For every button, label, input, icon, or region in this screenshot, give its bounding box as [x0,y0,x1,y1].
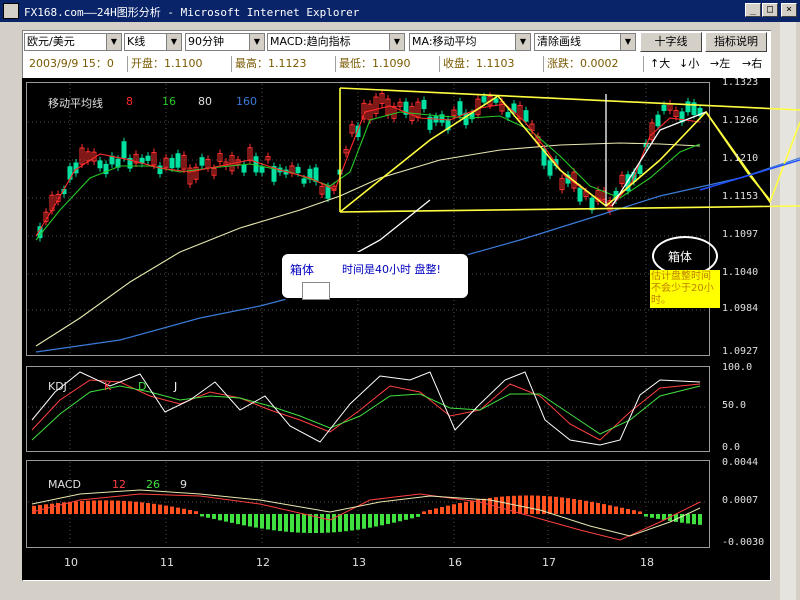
zoom-out-button[interactable]: ↓小 [679,56,699,72]
price-axis-label: 1.0984 [722,303,759,314]
window-title: FX168.com——24H图形分析 - Microsoft Internet … [24,6,360,19]
date-axis-label: 18 [640,556,654,569]
chart-type-select[interactable]: K线 ▼ [124,33,182,51]
macd-axis-label: 0.0044 [722,457,759,468]
ma80-legend: 80 [198,95,212,108]
ma16-legend: 16 [162,95,176,108]
chart-type-value: K线 [127,35,146,48]
period-value: 90分钟 [188,35,224,48]
box1-label: 箱体 [290,263,315,277]
kdj-panel-frame [26,366,710,452]
date-axis-label: 11 [160,556,174,569]
box2-note: 估计盘整时间不会少于20小时。 [650,270,720,308]
chevron-down-icon: ▼ [249,34,264,50]
indicator-value: MACD:趋向指标 [270,35,351,48]
macd-axis-label: 0.0007 [722,495,759,506]
kdj-axis-label: 100.0 [722,362,753,373]
kdj-axis-label: 50.0 [722,400,747,411]
scroll-right-button[interactable]: →右 [742,56,762,72]
chevron-down-icon: ▼ [620,34,635,50]
chevron-down-icon: ▼ [166,34,181,50]
macd-legend-26: 26 [146,478,160,491]
date-axis-label: 10 [64,556,78,569]
maximize-button[interactable]: □ [762,3,778,17]
kdj-axis-label: 0.0 [722,442,741,453]
macd-panel-frame [26,460,710,548]
ie-logo-icon [3,3,19,19]
zoom-in-button[interactable]: ↑大 [650,56,670,72]
minimize-button[interactable]: _ [745,3,761,17]
date-axis-label: 12 [256,556,270,569]
macd-legend-title: MACD [48,478,81,491]
indicator-select[interactable]: MACD:趋向指标 ▼ [267,33,405,51]
kdj-j-legend: J [174,380,178,393]
ma8-legend: 8 [126,95,133,108]
quote-change: 涨跌：0.0002 [544,56,644,72]
macd-axis-label: -0.0030 [722,537,765,548]
box1-swatch [302,282,330,300]
price-axis-label: 1.0927 [722,346,759,357]
ma-legend-title: 移动平均线 [48,97,103,110]
period-select[interactable]: 90分钟 ▼ [185,33,265,51]
quote-low: 最低：1.1090 [336,56,440,72]
clear-lines-select[interactable]: 清除画线 ▼ [534,33,636,51]
price-panel-frame [26,82,710,356]
quote-open: 开盘：1.1100 [128,56,232,72]
date-axis-label: 13 [352,556,366,569]
pair-select-value: 欧元/美元 [27,35,75,48]
indicator-help-button[interactable]: 指标说明 [705,32,767,52]
price-axis-label: 1.1266 [722,115,759,126]
chevron-down-icon: ▼ [106,34,121,50]
close-button[interactable]: × [781,3,797,17]
macd-legend-9: 9 [180,478,187,491]
pair-select[interactable]: 欧元/美元 ▼ [24,33,122,51]
price-axis-label: 1.1210 [722,153,759,164]
quote-close: 收盘：1.1103 [440,56,544,72]
scrollbar[interactable] [770,22,800,600]
price-axis-label: 1.1323 [722,77,759,88]
kdj-legend-title: KDJ [48,380,67,393]
scrollbar-track[interactable] [780,22,796,600]
kdj-k-legend: K [104,380,112,393]
scroll-left-button[interactable]: →左 [710,56,730,72]
overlay-value: MA:移动平均 [412,35,477,48]
clear-lines-value: 清除画线 [537,35,581,48]
kdj-d-legend: D [138,380,147,393]
date-axis-label: 16 [448,556,462,569]
macd-legend-12: 12 [112,478,126,491]
crosshair-button[interactable]: 十字线 [640,32,702,52]
title-bar: FX168.com——24H图形分析 - Microsoft Internet … [0,0,800,22]
price-axis-label: 1.1153 [722,191,759,202]
ma160-legend: 160 [236,95,257,108]
chevron-down-icon: ▼ [389,34,404,50]
date-axis-label: 17 [542,556,556,569]
quote-high: 最高：1.1123 [232,56,336,72]
quote-datetime: 2003/9/9 15：0 [26,56,128,72]
price-axis-label: 1.1097 [722,229,759,240]
chevron-down-icon: ▼ [515,34,530,50]
box1-note: 时间是40小时 盘整! [342,263,441,276]
box1-callout: 箱体 时间是40小时 盘整! [280,252,470,300]
price-axis-label: 1.1040 [722,267,759,278]
overlay-select[interactable]: MA:移动平均 ▼ [409,33,531,51]
box2-label: 箱体 [668,250,693,264]
